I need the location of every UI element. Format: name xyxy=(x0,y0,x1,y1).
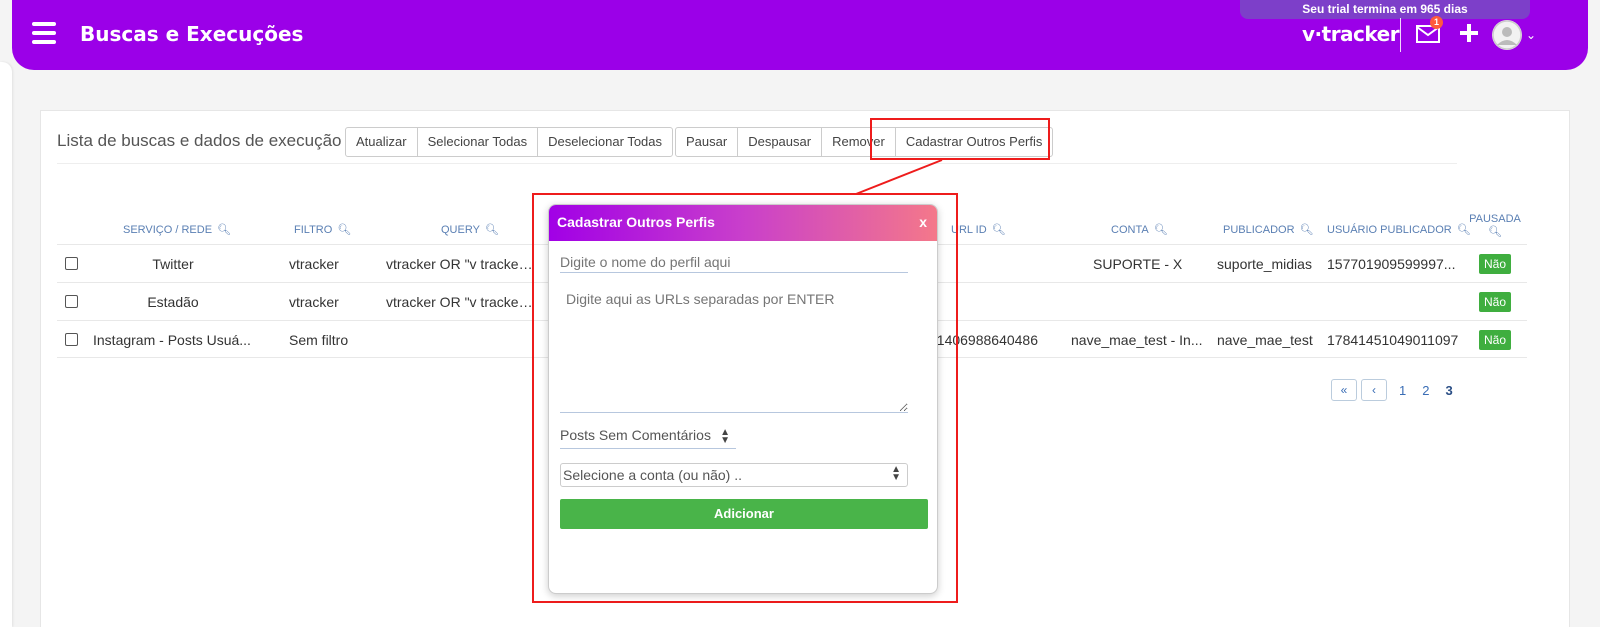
page-title: Buscas e Execuções xyxy=(80,22,304,46)
close-button[interactable]: x xyxy=(919,214,927,230)
selection-button-group: Atualizar Selecionar Todas Deselecionar … xyxy=(345,127,674,157)
deselect-all-button[interactable]: Deselecionar Todas xyxy=(537,127,674,157)
search-icon[interactable]: 🔍︎ xyxy=(1469,225,1521,238)
column-header-usuario-publicador[interactable]: USUÁRIO PUBLICADOR 🔍︎ xyxy=(1327,223,1471,236)
cell-conta: SUPORTE - X xyxy=(1093,256,1183,272)
search-icon[interactable]: 🔍︎ xyxy=(337,223,351,236)
search-icon[interactable]: 🔍︎ xyxy=(1300,223,1314,236)
chevron-down-icon[interactable]: ⌄ xyxy=(1526,28,1536,42)
user-icon xyxy=(1492,20,1522,50)
posts-type-select[interactable]: Posts Sem Comentários ▲ ▼ xyxy=(560,427,736,449)
page-1-link[interactable]: 1 xyxy=(1399,383,1406,398)
refresh-button[interactable]: Atualizar xyxy=(345,127,418,157)
divider xyxy=(57,163,1457,164)
page-3-link[interactable]: 3 xyxy=(1445,383,1452,398)
cell-filtro: Sem filtro xyxy=(289,332,349,348)
column-header-url-id[interactable]: URL ID 🔍︎ xyxy=(951,223,1006,236)
register-profiles-modal: Cadastrar Outros Perfis x Posts Sem Come… xyxy=(548,204,938,594)
search-icon[interactable]: 🔍︎ xyxy=(217,223,231,236)
select-all-button[interactable]: Selecionar Todas xyxy=(416,127,539,157)
plus-icon[interactable] xyxy=(1458,22,1480,44)
cell-servico: Instagram - Posts Usuá... xyxy=(93,332,251,348)
status-badge: Não xyxy=(1479,330,1511,350)
header-divider xyxy=(1400,18,1401,52)
modal-title: Cadastrar Outros Perfis xyxy=(557,214,715,230)
modal-header: Cadastrar Outros Perfis x xyxy=(549,205,937,241)
pause-button[interactable]: Pausar xyxy=(675,127,739,157)
search-icon[interactable]: 🔍︎ xyxy=(992,223,1006,236)
column-header-publicador[interactable]: PUBLICADOR 🔍︎ xyxy=(1223,223,1314,236)
cell-filtro: vtracker xyxy=(289,294,339,310)
status-badge: Não xyxy=(1479,292,1511,312)
row-checkbox[interactable] xyxy=(65,257,78,270)
first-page-button[interactable]: « xyxy=(1331,379,1357,401)
top-bar: Buscas e Execuções Seu trial termina em … xyxy=(12,0,1588,70)
cell-query: vtracker OR "v tracker" ... xyxy=(386,256,536,272)
cell-servico: Estadão xyxy=(147,294,199,310)
column-header-query[interactable]: QUERY 🔍︎ xyxy=(441,223,499,236)
cell-usuario-publicador: 157701909599997... xyxy=(1327,256,1456,272)
list-title: Lista de buscas e dados de execução xyxy=(57,131,342,150)
trial-banner: Seu trial termina em 965 dias xyxy=(1240,0,1530,19)
highlight-connector xyxy=(855,159,943,195)
column-header-pausada[interactable]: PAUSADA 🔍︎ xyxy=(1469,213,1521,238)
status-badge: Não xyxy=(1479,254,1511,274)
prev-page-button[interactable]: ‹ xyxy=(1361,379,1387,401)
search-icon[interactable]: 🔍︎ xyxy=(485,223,499,236)
brand-logo: v·tracker xyxy=(1302,22,1400,46)
row-checkbox[interactable] xyxy=(65,333,78,346)
notification-badge: 1 xyxy=(1430,16,1443,29)
side-panel-edge xyxy=(0,62,12,627)
unpause-button[interactable]: Despausar xyxy=(737,127,823,157)
column-header-filtro[interactable]: FILTRO 🔍︎ xyxy=(294,223,351,236)
page-2-link[interactable]: 2 xyxy=(1422,383,1429,398)
updown-arrows-icon: ▲ ▼ xyxy=(891,464,901,483)
column-header-conta[interactable]: CONTA 🔍︎ xyxy=(1111,223,1168,236)
cell-conta: nave_mae_test - In... xyxy=(1071,332,1203,348)
pagination: « ‹ 1 2 3 xyxy=(1331,379,1461,401)
hamburger-menu-icon[interactable] xyxy=(32,22,56,44)
avatar[interactable] xyxy=(1492,20,1522,50)
urls-textarea[interactable] xyxy=(560,285,908,413)
cell-publicador: nave_mae_test xyxy=(1217,332,1313,348)
highlight-box-button xyxy=(870,118,1050,160)
column-header-servico[interactable]: SERVIÇO / REDE 🔍︎ xyxy=(123,223,231,236)
cell-usuario-publicador: 17841451049011097 xyxy=(1327,332,1459,348)
profile-name-input[interactable] xyxy=(560,251,908,273)
row-checkbox[interactable] xyxy=(65,295,78,308)
cell-filtro: vtracker xyxy=(289,256,339,272)
cell-query: vtracker OR "v tracker" ... xyxy=(386,294,536,310)
cell-publicador: suporte_midias xyxy=(1217,256,1312,272)
cell-servico: Twitter xyxy=(152,256,194,272)
updown-arrows-icon: ▲ ▼ xyxy=(720,427,730,446)
add-button[interactable]: Adicionar xyxy=(560,499,928,529)
search-icon[interactable]: 🔍︎ xyxy=(1154,223,1168,236)
account-select[interactable]: Selecione a conta (ou não) .. ▲ ▼ xyxy=(560,463,908,487)
